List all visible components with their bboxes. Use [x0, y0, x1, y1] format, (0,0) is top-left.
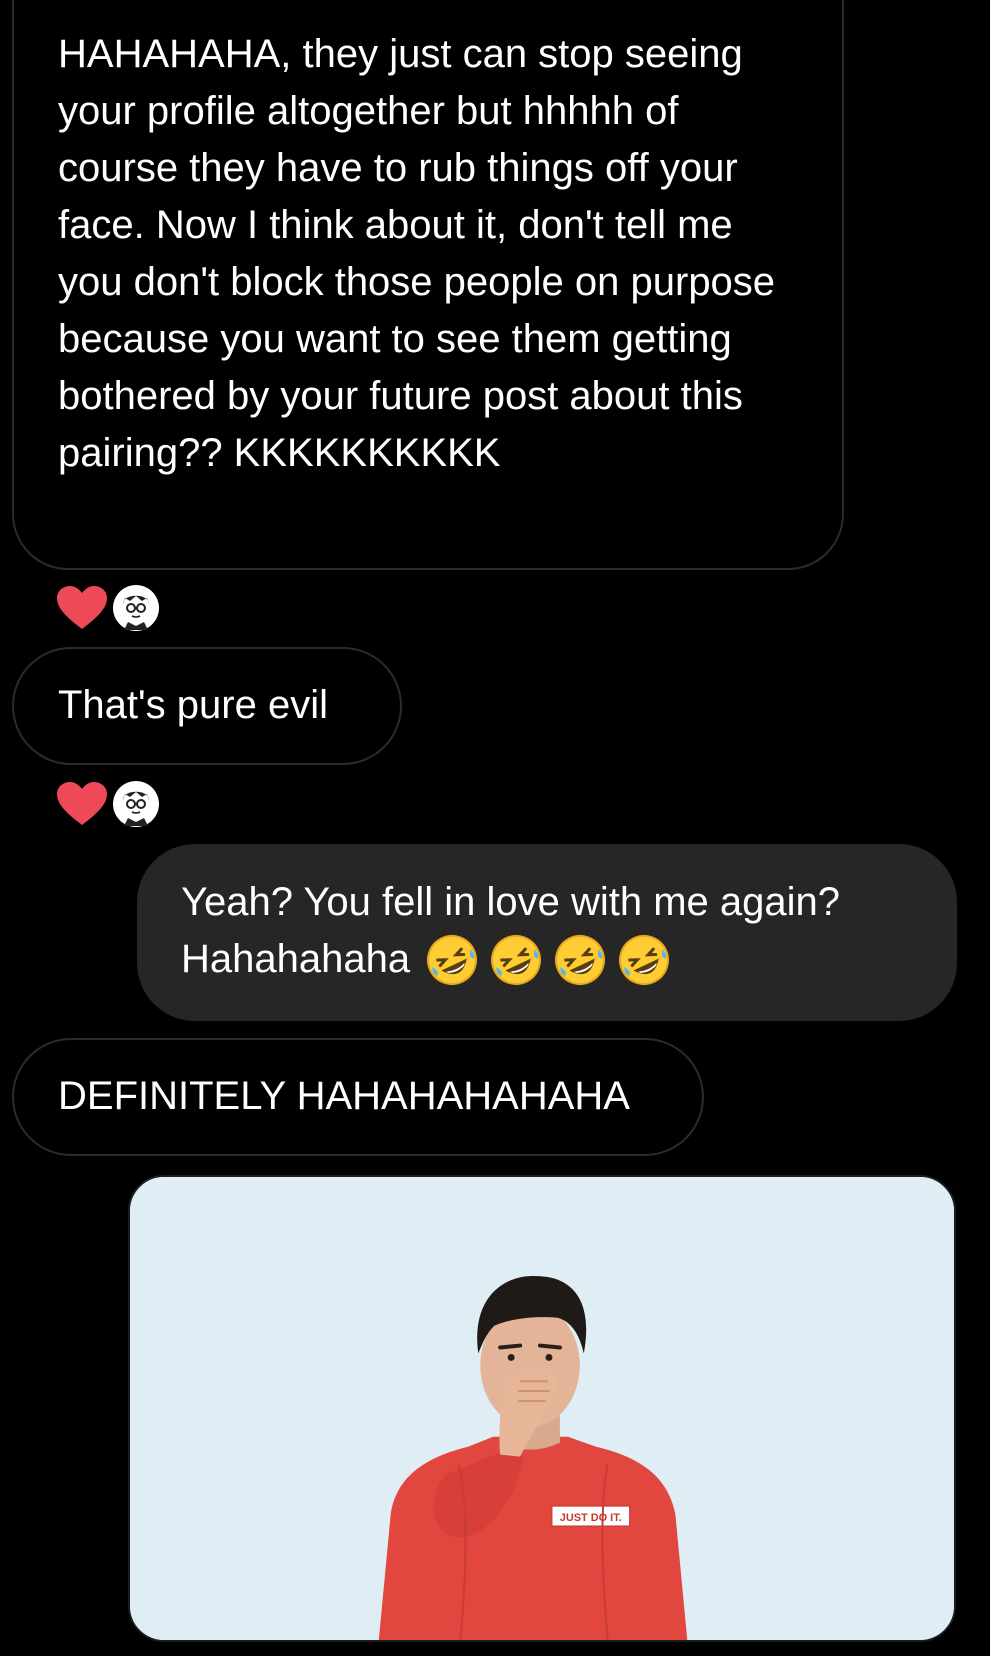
heart-icon	[57, 782, 107, 825]
message-text: HAHAHAHA, they just can stop seeing your…	[58, 32, 776, 475]
heart-icon	[57, 586, 107, 629]
message-text-line: Yeah? You fell in love with me again?	[181, 880, 841, 924]
message-reaction[interactable]	[56, 780, 160, 828]
incoming-message-bubble[interactable]: HAHAHAHA, they just can stop seeing your…	[12, 0, 844, 570]
incoming-message-bubble[interactable]: DEFINITELY HAHAHAHAHAHA	[12, 1038, 704, 1156]
gif-image: JUST DO IT.	[130, 1177, 954, 1640]
incoming-message-bubble[interactable]: That's pure evil	[12, 647, 402, 765]
rofl-emoji	[491, 934, 542, 985]
message-text: That's pure evil	[58, 683, 328, 727]
message-text: DEFINITELY HAHAHAHAHAHA	[58, 1074, 630, 1118]
avatar	[113, 781, 159, 827]
rofl-emoji	[555, 934, 606, 985]
message-reaction[interactable]	[56, 584, 160, 632]
rofl-emoji	[619, 934, 670, 985]
rofl-emoji	[427, 934, 478, 985]
gif-message[interactable]: JUST DO IT.	[128, 1175, 956, 1642]
outgoing-message-bubble[interactable]: Yeah? You fell in love with me again? Ha…	[137, 844, 957, 1021]
shirt-label-text: JUST DO IT.	[560, 1512, 622, 1524]
message-text-line: Hahahahaha	[181, 937, 411, 981]
avatar	[113, 585, 159, 631]
